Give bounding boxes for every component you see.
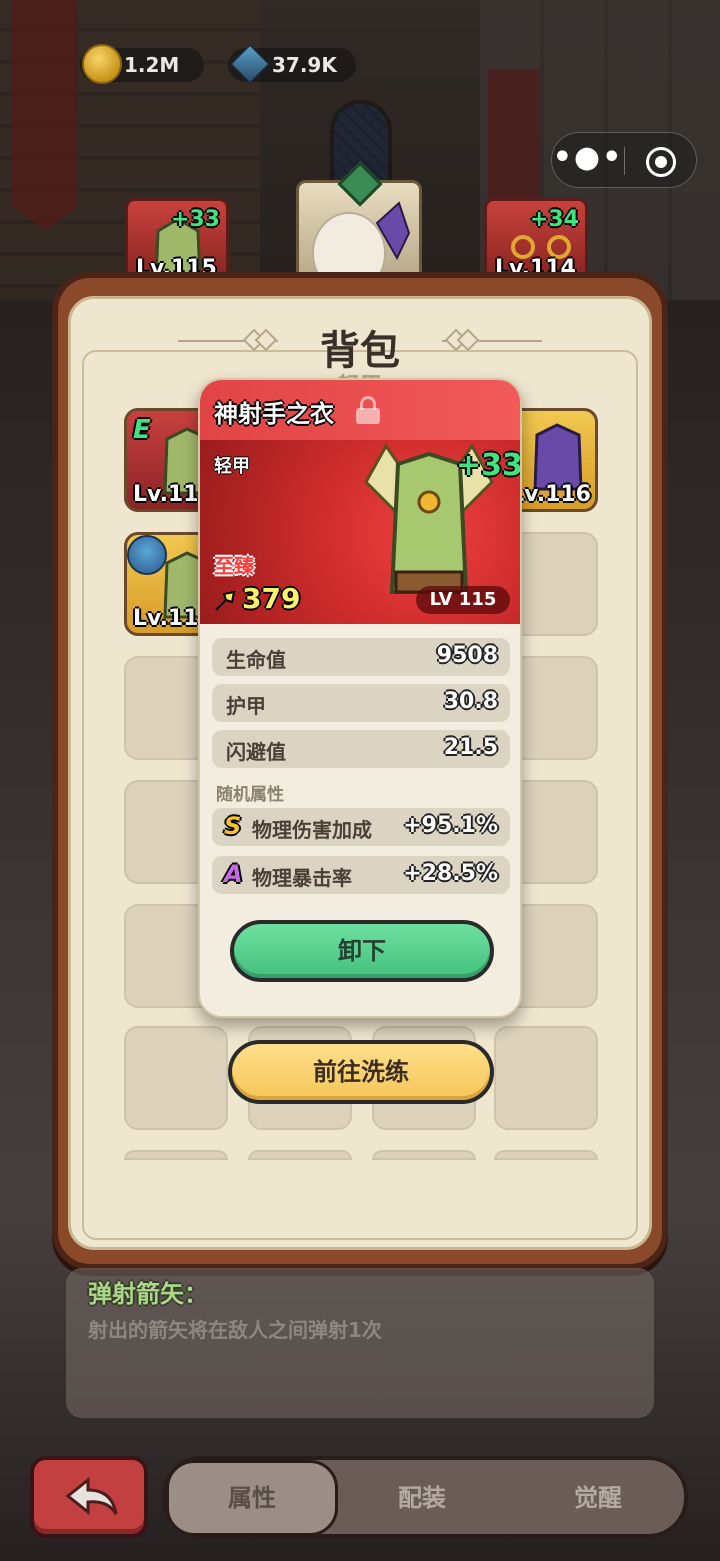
stat-label: 物理暴击率 — [252, 866, 352, 890]
capsule-divider — [624, 147, 625, 175]
item-type: 轻甲 — [214, 456, 250, 477]
skill-description: 射出的箭矢将在敌人之间弹射1次 — [88, 1318, 382, 1342]
back-arrow-icon — [65, 1476, 118, 1516]
item-name: 神射手之衣 — [214, 400, 334, 428]
empty-slot[interactable] — [372, 1150, 476, 1160]
empty-slot[interactable] — [248, 1150, 352, 1160]
item-power: 379 — [242, 582, 301, 615]
grade-a-badge: A — [224, 860, 243, 888]
miniprogram-capsule: •●• — [551, 132, 697, 188]
equipped-earring-slot[interactable]: +34 Lv.114 — [484, 198, 588, 278]
random-attributes-title: 随机属性 — [216, 785, 284, 805]
stat-value: 9508 — [436, 643, 498, 668]
stat-row-armor: 护甲 30.8 — [212, 684, 510, 722]
empty-slot[interactable] — [124, 1150, 228, 1160]
stat-label: 生命值 — [226, 648, 286, 672]
item-level: LV 115 — [416, 586, 510, 614]
gem-icon — [230, 44, 270, 84]
stat-value: 30.8 — [443, 689, 498, 714]
stat-value: +28.5% — [403, 861, 498, 886]
grade-badge: E — [133, 415, 151, 445]
empty-slot[interactable] — [494, 1026, 598, 1130]
stat-value: +95.1% — [403, 813, 498, 838]
stat-label: 闪避值 — [226, 740, 286, 764]
back-button[interactable] — [30, 1456, 148, 1538]
equipped-armor-slot[interactable]: +33 Lv.115 — [125, 198, 229, 278]
skill-name: 弹射箭矢： — [88, 1280, 208, 1308]
power-icon — [215, 590, 236, 611]
item-detail-popup: 神射手之衣 轻甲 +33 至臻 379 LV 115 生命值 9508 护甲 3… — [198, 378, 522, 1018]
close-miniprogram-button[interactable] — [646, 147, 676, 177]
enhance-level: +34 — [529, 207, 579, 232]
item-quality: 至臻 — [214, 554, 254, 578]
hero-avatar-icon — [127, 535, 167, 575]
enhance-level: +33 — [456, 448, 522, 483]
refine-button[interactable]: 前往洗练 — [228, 1040, 494, 1104]
gold-counter: 1.2M — [80, 44, 204, 84]
enhance-level: +33 — [170, 207, 220, 232]
item-level: Lv.116 — [510, 482, 591, 507]
unequip-button[interactable]: 卸下 — [230, 920, 494, 982]
tab-awaken[interactable]: 觉醒 — [528, 1470, 668, 1526]
stat-row-hp: 生命值 9508 — [212, 638, 510, 676]
grade-s-badge: S — [224, 812, 242, 840]
gold-coin-icon — [82, 44, 122, 84]
lock-icon[interactable] — [356, 396, 380, 424]
stat-label: 护甲 — [226, 694, 266, 718]
random-stat-row: S 物理伤害加成 +95.1% — [212, 808, 510, 846]
tab-equip[interactable]: 配装 — [352, 1470, 492, 1526]
gold-amount: 1.2M — [124, 53, 180, 77]
empty-slot[interactable] — [124, 1026, 228, 1130]
gem-amount: 37.9K — [272, 53, 337, 77]
random-stat-row: A 物理暴击率 +28.5% — [212, 856, 510, 894]
gem-counter: 37.9K — [228, 44, 356, 84]
stat-value: 21.5 — [443, 735, 498, 760]
empty-slot[interactable] — [494, 1150, 598, 1160]
stat-row-dodge: 闪避值 21.5 — [212, 730, 510, 768]
stat-label: 物理伤害加成 — [252, 818, 372, 842]
more-menu-button[interactable]: •●• — [552, 133, 624, 189]
tab-attributes[interactable]: 属性 — [166, 1460, 338, 1536]
